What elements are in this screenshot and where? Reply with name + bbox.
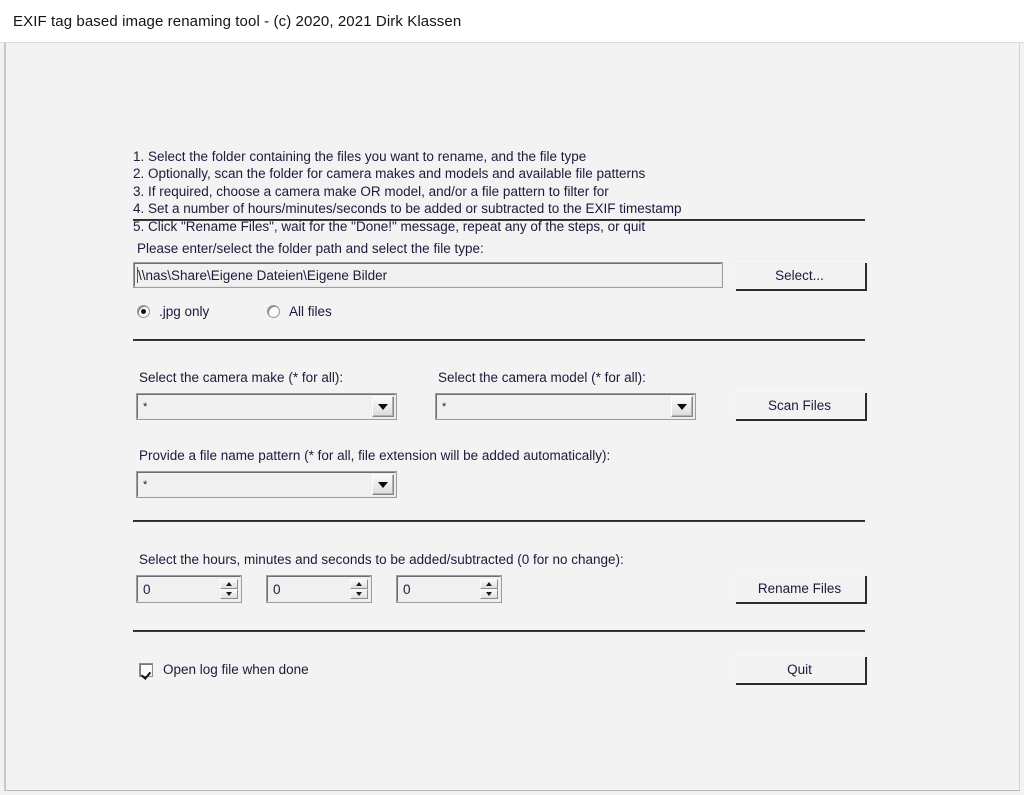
separator-time (133, 520, 865, 522)
seconds-stepper-buttons[interactable] (480, 579, 498, 599)
chevron-up-icon (486, 582, 492, 586)
chevron-down-icon (677, 403, 687, 410)
chevron-down-icon (378, 481, 388, 488)
instruction-step-4: 4. Set a number of hours/minutes/seconds… (133, 201, 682, 217)
title-bar: EXIF tag based image renaming tool - (c)… (0, 0, 1024, 43)
radio-indicator-jpg[interactable] (137, 305, 150, 318)
camera-model-label: Select the camera model (* for all): (438, 370, 646, 385)
time-offset-label: Select the hours, minutes and seconds to… (139, 552, 624, 567)
chevron-down-icon (378, 403, 388, 410)
scan-files-label: Scan Files (767, 397, 832, 413)
camera-make-dropdown-button[interactable] (372, 396, 394, 417)
seconds-value: 0 (403, 581, 411, 597)
text-cursor (137, 267, 138, 283)
camera-make-select[interactable]: * (136, 393, 397, 420)
rename-files-button[interactable]: Rename Files (734, 574, 865, 602)
instruction-step-1: 1. Select the folder containing the file… (133, 149, 587, 164)
separator-camera (133, 339, 865, 341)
minutes-decrement-button[interactable] (350, 589, 368, 599)
select-folder-button[interactable]: Select... (734, 261, 865, 289)
hours-increment-button[interactable] (220, 579, 238, 589)
minutes-stepper[interactable]: 0 (266, 575, 372, 603)
chevron-down-icon (356, 592, 362, 596)
camera-model-select[interactable]: * (435, 393, 696, 420)
application-window: EXIF tag based image renaming tool - (c)… (0, 0, 1024, 795)
select-folder-label: Select... (775, 267, 824, 283)
window-title: EXIF tag based image renaming tool - (c)… (13, 13, 462, 30)
filetype-radio-all[interactable]: All files (267, 304, 332, 319)
filetype-radio-all-label: All files (289, 304, 332, 319)
minutes-value: 0 (273, 581, 281, 597)
camera-model-dropdown-button[interactable] (671, 396, 693, 417)
filetype-radio-jpg-label: .jpg only (159, 304, 210, 319)
minutes-increment-button[interactable] (350, 579, 368, 589)
camera-make-value: * (143, 400, 148, 413)
separator-footer (133, 630, 865, 632)
chevron-up-icon (356, 582, 362, 586)
file-pattern-value: * (143, 478, 148, 491)
chevron-down-icon (226, 592, 232, 596)
hours-stepper[interactable]: 0 (136, 575, 242, 603)
folder-path-value: \\nas\Share\Eigene Dateien\Eigene Bilder (138, 267, 388, 283)
seconds-decrement-button[interactable] (480, 589, 498, 599)
filetype-radio-jpg[interactable]: .jpg only (137, 304, 209, 319)
minutes-stepper-buttons[interactable] (350, 579, 368, 599)
scan-files-button[interactable]: Scan Files (734, 391, 865, 419)
quit-button[interactable]: Quit (734, 655, 865, 683)
seconds-increment-button[interactable] (480, 579, 498, 589)
file-pattern-label: Provide a file name pattern (* for all, … (139, 448, 611, 463)
quit-label: Quit (787, 661, 812, 677)
rename-files-label: Rename Files (757, 580, 842, 596)
camera-make-label: Select the camera make (* for all): (139, 370, 344, 385)
hours-stepper-buttons[interactable] (220, 579, 238, 599)
hours-value: 0 (143, 581, 151, 597)
radio-indicator-all[interactable] (267, 305, 280, 318)
open-log-checkbox-label: Open log file when done (163, 662, 309, 677)
hours-decrement-button[interactable] (220, 589, 238, 599)
camera-model-value: * (442, 400, 447, 413)
checkbox-indicator-open-log[interactable] (139, 662, 153, 677)
file-pattern-select[interactable]: * (136, 471, 397, 498)
client-area: 1. Select the folder containing the file… (4, 43, 1020, 791)
chevron-up-icon (226, 582, 232, 586)
instructions-list: 1. Select the folder containing the file… (133, 148, 853, 235)
chevron-down-icon (486, 592, 492, 596)
instruction-step-3: 3. If required, choose a camera make OR … (133, 183, 609, 199)
instruction-step-2: 2. Optionally, scan the folder for camer… (133, 166, 646, 182)
seconds-stepper[interactable]: 0 (396, 575, 502, 603)
file-pattern-dropdown-button[interactable] (372, 474, 394, 495)
separator-top (133, 219, 865, 221)
folder-path-label: Please enter/select the folder path and … (137, 241, 484, 256)
open-log-checkbox[interactable]: Open log file when done (139, 662, 309, 677)
folder-path-input[interactable]: \\nas\Share\Eigene Dateien\Eigene Bilder (133, 262, 723, 288)
